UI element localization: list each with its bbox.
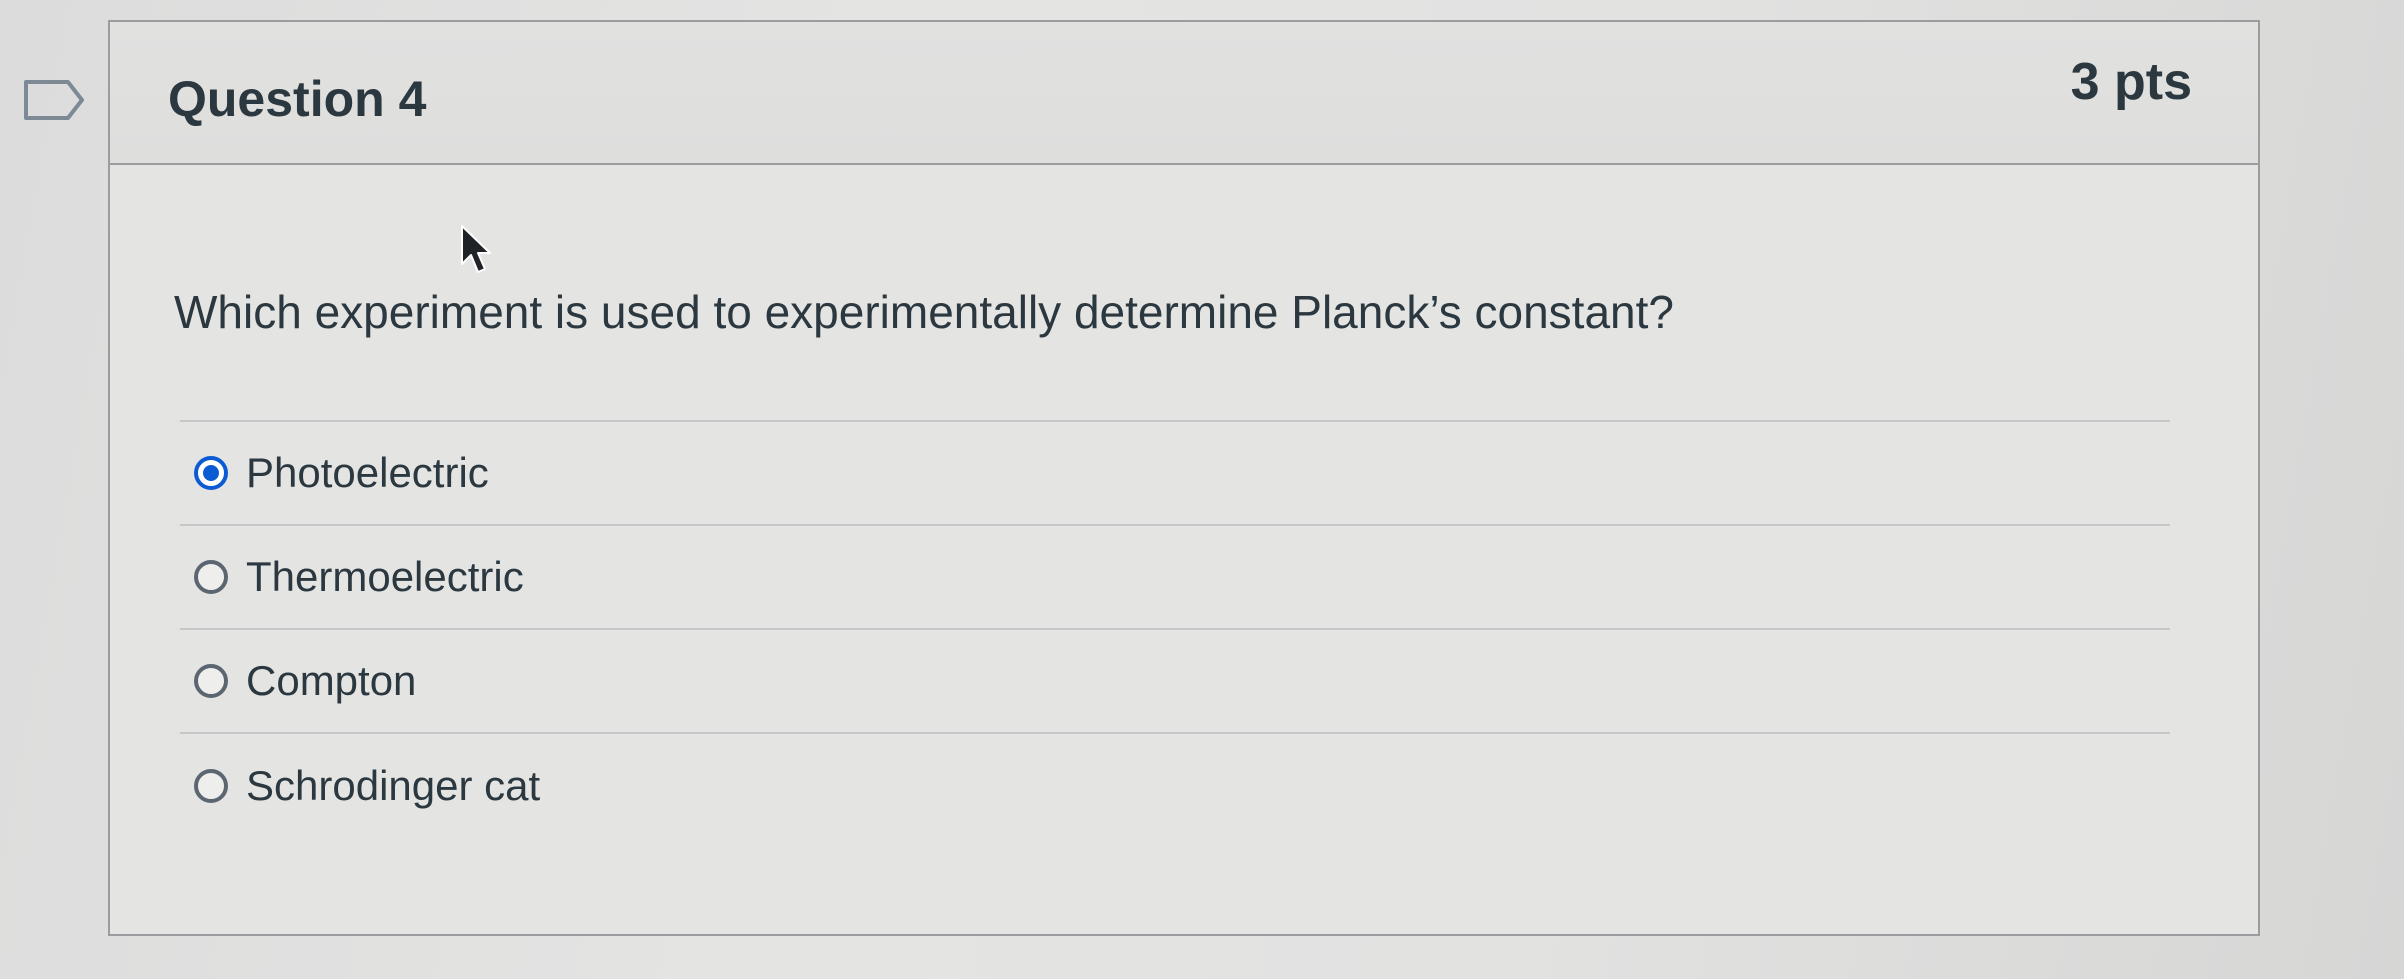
answer-option[interactable]: Schrodinger cat — [180, 734, 2170, 838]
question-card: Question 4 3 pts Which experiment is use… — [108, 20, 2260, 936]
answers-list: Photoelectric Thermoelectric Compton Sch… — [180, 420, 2170, 838]
answer-label[interactable]: Thermoelectric — [246, 553, 524, 601]
answer-label[interactable]: Photoelectric — [246, 449, 489, 497]
question-body: Which experiment is used to experimental… — [110, 165, 2258, 934]
flag-question-icon[interactable] — [22, 78, 86, 122]
answer-option[interactable]: Compton — [180, 630, 2170, 734]
question-text: Which experiment is used to experimental… — [174, 286, 1674, 338]
radio-unselected-icon[interactable] — [194, 769, 228, 803]
question-title: Question 4 — [168, 71, 427, 127]
mouse-pointer-icon — [461, 225, 491, 273]
radio-selected-icon[interactable] — [194, 456, 228, 490]
answer-option[interactable]: Photoelectric — [180, 422, 2170, 526]
answer-option[interactable]: Thermoelectric — [180, 526, 2170, 630]
radio-unselected-icon[interactable] — [194, 664, 228, 698]
radio-unselected-icon[interactable] — [194, 560, 228, 594]
question-points: 3 pts — [2070, 53, 2192, 111]
answer-label[interactable]: Compton — [246, 657, 416, 705]
question-header: Question 4 3 pts — [110, 22, 2258, 165]
answer-label[interactable]: Schrodinger cat — [246, 762, 540, 810]
